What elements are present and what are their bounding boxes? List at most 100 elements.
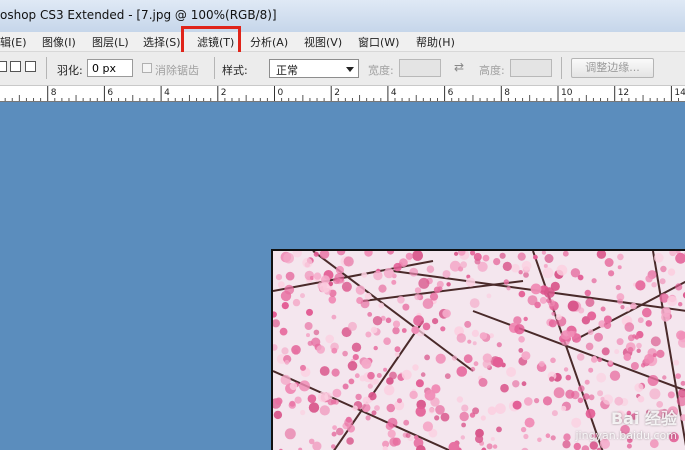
image-blossom: [331, 347, 338, 354]
image-blossom: [385, 317, 392, 324]
image-blossom: [675, 283, 683, 291]
ruler-tick-label: 10: [561, 88, 573, 98]
image-blossom: [604, 258, 614, 267]
image-blossom: [364, 292, 372, 300]
image-blossom: [346, 437, 354, 445]
image-blossom: [426, 265, 435, 273]
image-blossom: [517, 252, 526, 261]
swap-icon[interactable]: ⇄: [454, 60, 464, 74]
image-blossom: [300, 409, 306, 416]
image-blossom: [588, 367, 594, 373]
image-blossom: [383, 337, 391, 345]
image-blossom: [373, 345, 378, 351]
image-blossom: [471, 329, 479, 337]
width-input[interactable]: [399, 59, 441, 77]
menu-analysis[interactable]: 分析(A): [250, 34, 288, 50]
image-blossom: [284, 428, 296, 440]
image-blossom: [294, 396, 302, 404]
image-blossom: [478, 377, 488, 387]
image-blossom: [617, 265, 622, 270]
menu-image[interactable]: 图像(I): [42, 34, 76, 50]
image-blossom: [285, 271, 295, 281]
image-blossom: [656, 349, 665, 358]
intersect-selection-icon[interactable]: [25, 61, 36, 72]
image-blossom: [316, 345, 325, 354]
image-blossom: [317, 391, 329, 403]
document-image[interactable]: Bai 经验 jingyan.baidu.com: [271, 249, 685, 450]
image-blossom: [360, 299, 370, 309]
feather-label: 羽化:: [57, 64, 83, 77]
image-blossom: [647, 375, 659, 386]
selection-mode-icon[interactable]: [0, 61, 7, 72]
image-blossom: [432, 318, 439, 325]
ruler-tick-label: 6: [448, 88, 454, 98]
image-blossom: [422, 421, 433, 432]
image-blossom: [650, 336, 661, 347]
image-blossom: [446, 282, 451, 287]
image-blossom: [662, 375, 667, 380]
image-blossom: [591, 278, 597, 284]
image-blossom: [523, 433, 529, 440]
image-blossom: [306, 333, 310, 338]
image-blossom: [313, 329, 320, 336]
image-blossom: [371, 410, 377, 416]
height-input[interactable]: [510, 59, 552, 77]
image-blossom: [409, 267, 419, 277]
image-blossom: [537, 437, 542, 443]
menu-select[interactable]: 选择(S): [143, 34, 181, 50]
image-blossom: [378, 302, 385, 309]
image-blossom: [300, 364, 306, 371]
image-blossom: [587, 329, 594, 335]
menu-filter[interactable]: 滤镜(T): [197, 34, 234, 50]
image-blossom: [273, 410, 283, 420]
image-blossom: [460, 261, 467, 269]
image-blossom: [424, 389, 436, 401]
refine-edge-button[interactable]: 调整边缘...: [571, 58, 654, 78]
image-blossom: [594, 332, 603, 342]
image-blossom: [389, 437, 399, 447]
watermark-brand: Bai 经验: [610, 409, 677, 428]
style-select[interactable]: 正常: [269, 59, 359, 78]
menu-help[interactable]: 帮助(H): [416, 34, 455, 50]
image-blossom: [603, 321, 612, 329]
image-blossom: [469, 298, 480, 308]
image-blossom: [352, 405, 358, 411]
image-blossom: [331, 314, 337, 320]
image-blossom: [667, 391, 675, 399]
image-blossom: [372, 316, 383, 326]
menu-window[interactable]: 窗口(W): [358, 34, 399, 50]
image-blossom: [367, 312, 373, 317]
image-blossom: [587, 311, 597, 321]
ruler-ticks: 0864202468101214: [4, 86, 685, 101]
antialias-checkbox[interactable]: [142, 63, 152, 73]
image-blossom: [527, 295, 538, 306]
image-blossom: [544, 254, 554, 263]
image-blossom: [387, 417, 398, 428]
image-blossom: [394, 346, 401, 353]
image-blossom: [361, 271, 368, 278]
image-blossom: [573, 442, 581, 450]
menu-edit[interactable]: 辑(E): [0, 34, 27, 50]
image-blossom: [307, 340, 313, 346]
image-blossom: [620, 305, 625, 310]
image-blossom: [642, 307, 652, 318]
image-blossom: [625, 306, 631, 312]
image-blossom: [383, 267, 395, 279]
menu-view[interactable]: 视图(V): [304, 34, 342, 50]
menu-layer[interactable]: 图层(L): [92, 34, 129, 50]
image-blossom: [562, 251, 569, 257]
image-blossom: [623, 353, 632, 361]
feather-input[interactable]: [87, 59, 133, 77]
image-blossom: [412, 364, 419, 371]
image-blossom: [465, 277, 476, 287]
image-blossom: [325, 334, 334, 344]
image-blossom: [673, 359, 680, 366]
image-blossom: [472, 407, 480, 415]
title-bar: oshop CS3 Extended - [7.jpg @ 100%(RGB/8…: [0, 0, 685, 33]
add-selection-icon[interactable]: [10, 61, 21, 72]
image-blossom: [414, 293, 421, 301]
image-blossom: [609, 370, 621, 381]
image-blossom: [459, 411, 469, 422]
image-blossom: [562, 440, 571, 449]
image-blossom: [570, 268, 581, 278]
